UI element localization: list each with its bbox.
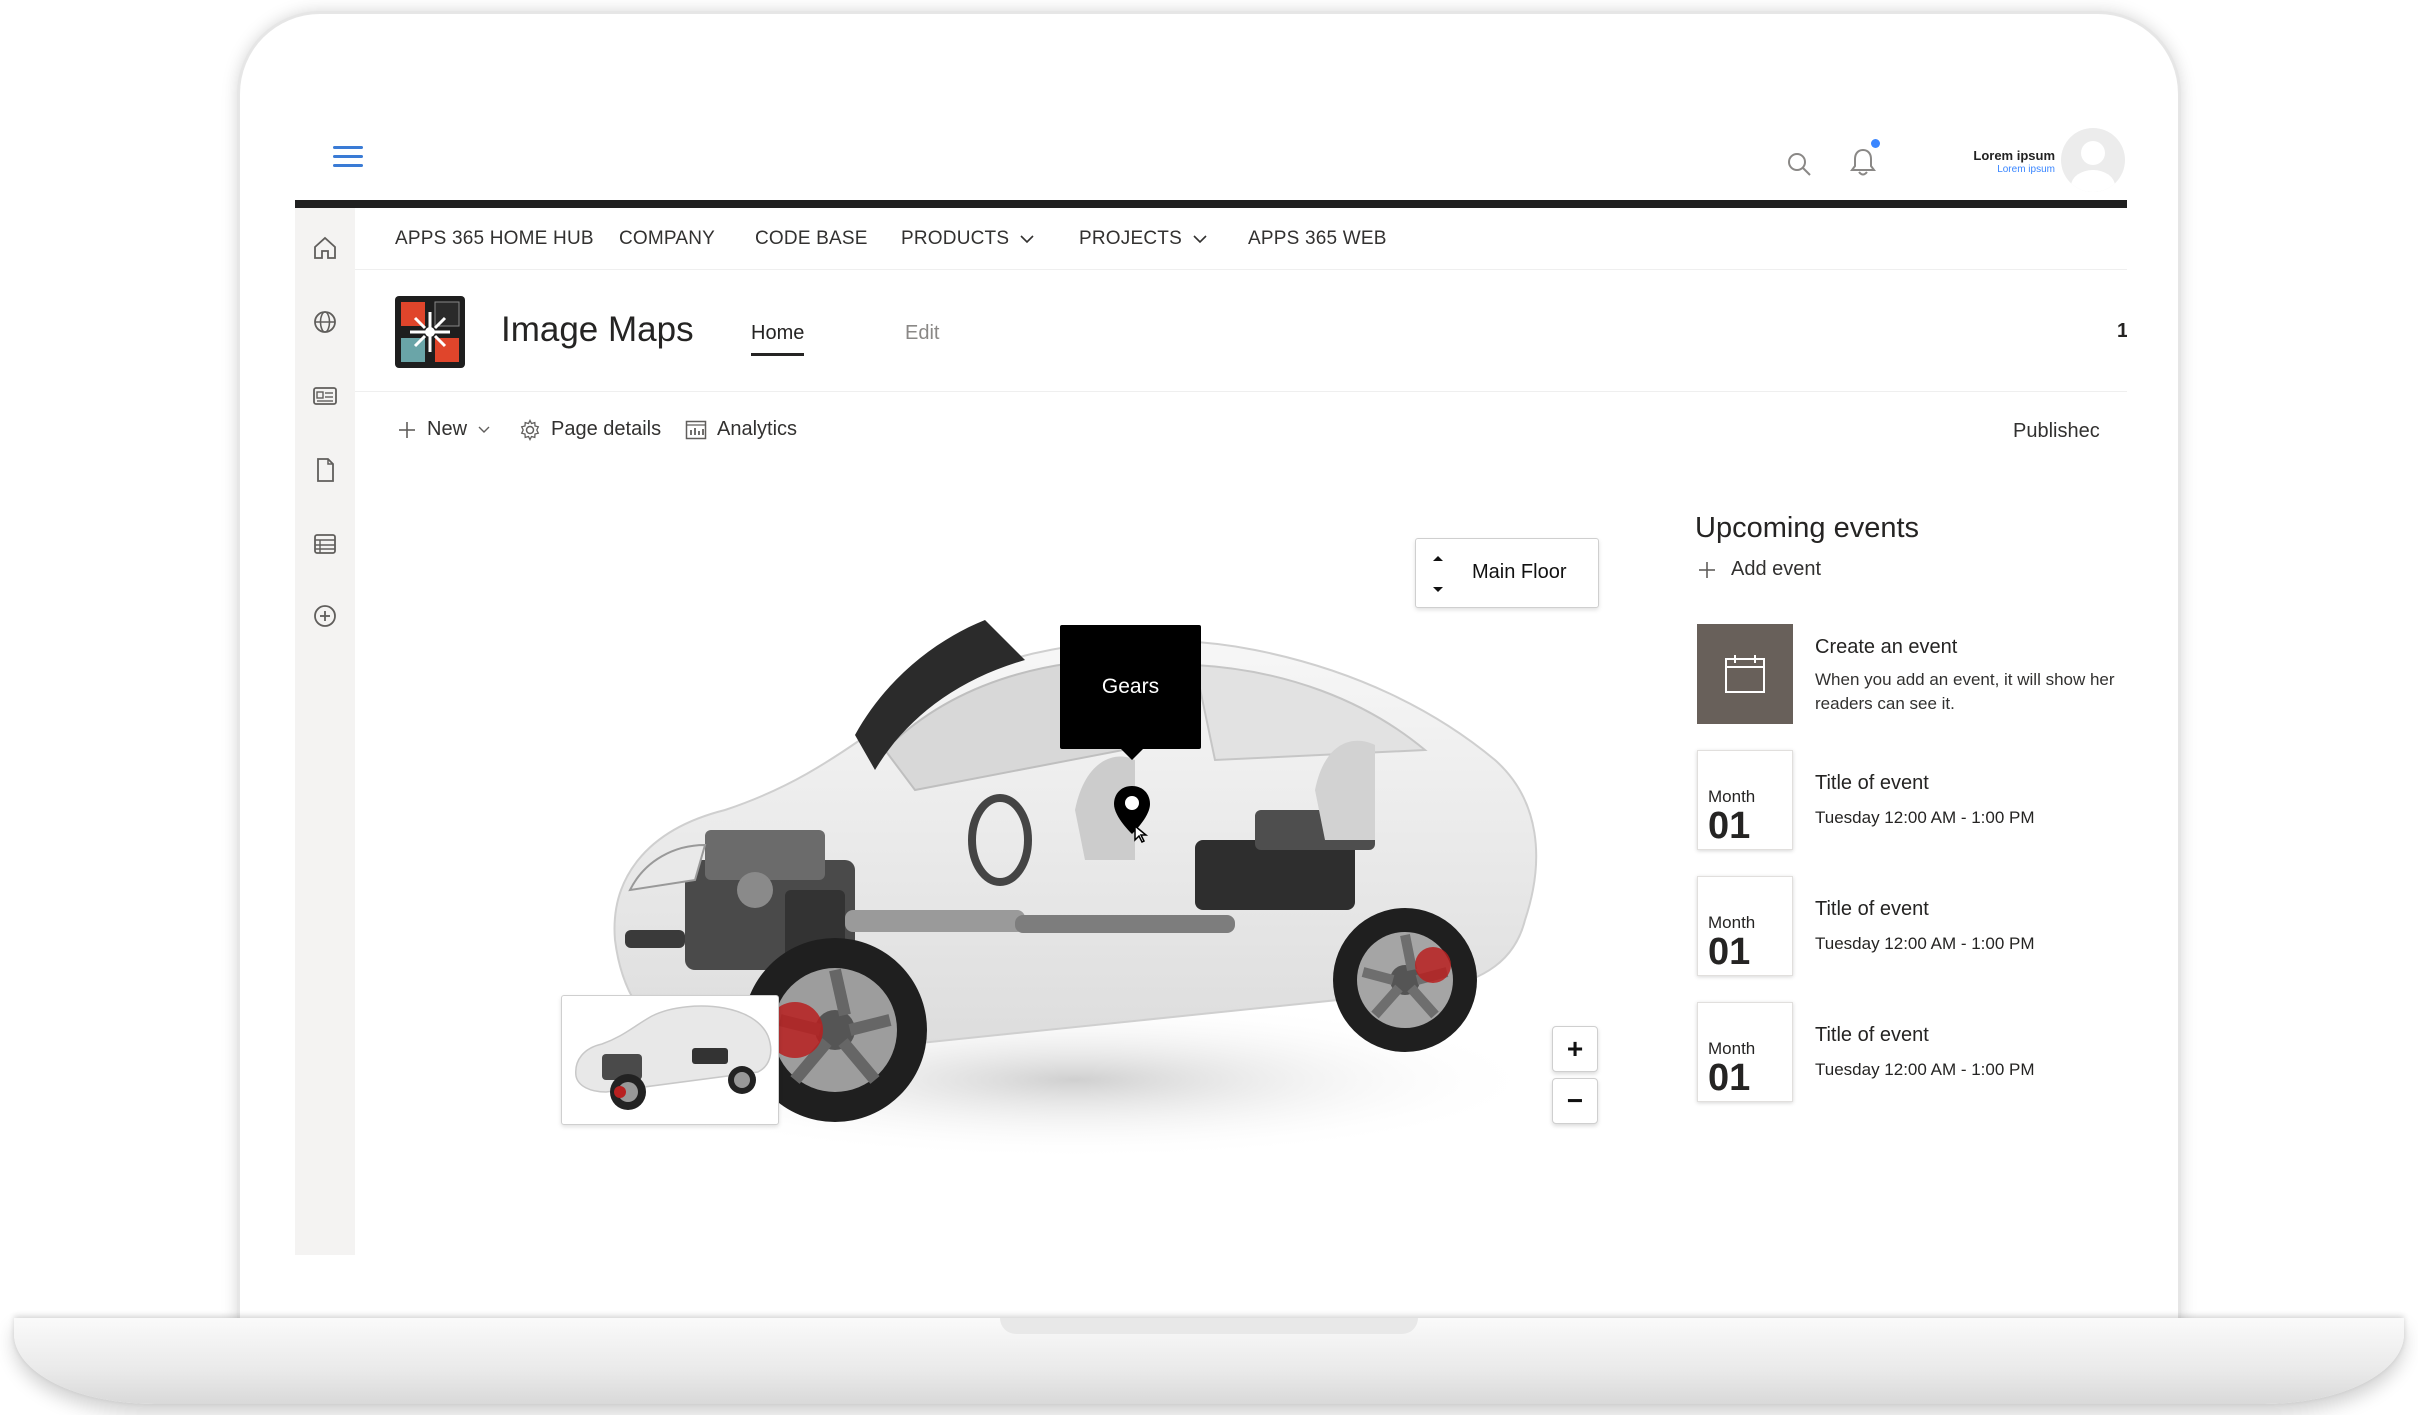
- events-webpart: Upcoming events Add event Create an even…: [1695, 500, 2127, 1102]
- hub-nav-label: COMPANY: [619, 228, 716, 249]
- site-logo[interactable]: [395, 296, 465, 368]
- event-time: Tuesday 12:00 AM - 1:00 PM: [1815, 934, 2035, 953]
- create-event-desc-line: When you add an event, it will show her: [1815, 670, 2115, 689]
- hub-nav-label: PROJECTS: [1079, 228, 1182, 249]
- floor-label: Main Floor: [1472, 561, 1567, 583]
- command-bar: New Page details Analytics Publishec: [355, 392, 2127, 472]
- event-title: Title of event: [1815, 898, 1929, 920]
- globe-icon[interactable]: [311, 308, 339, 336]
- zoom-out-button[interactable]: −: [1552, 1078, 1598, 1124]
- create-event-desc-line: readers can see it.: [1815, 694, 1955, 713]
- create-event-description: When you add an event, it will show her …: [1815, 668, 2127, 716]
- hub-navigation: APPS 365 HOME HUB COMPANY CODE BASE PROD…: [355, 208, 2127, 270]
- event-title: Title of event: [1815, 1024, 1929, 1046]
- hub-nav-company[interactable]: COMPANY: [619, 228, 715, 250]
- site-title: Image Maps: [501, 310, 694, 349]
- analytics-label: Analytics: [717, 418, 798, 440]
- suite-bar: Lorem ipsum Lorem ipsum: [295, 120, 2127, 200]
- plus-icon: [1699, 561, 1715, 578]
- zoom-in-button[interactable]: +: [1552, 1026, 1598, 1072]
- bell-icon[interactable]: [1843, 142, 1883, 182]
- site-header: Image Maps Home Edit 1: [355, 270, 2127, 392]
- hub-nav-code-base[interactable]: CODE BASE: [755, 228, 868, 250]
- event-date: Month 01: [1697, 876, 1793, 976]
- user-info[interactable]: Lorem ipsum Lorem ipsum: [1925, 148, 2055, 176]
- hamburger-icon[interactable]: [333, 146, 363, 168]
- page-details-button[interactable]: Page details: [519, 418, 661, 441]
- hub-nav-apps-web[interactable]: APPS 365 WEB: [1248, 228, 1387, 250]
- hub-nav-label: CODE BASE: [755, 228, 868, 249]
- event-item[interactable]: Month 01 Title of event Tuesday 12:00 AM…: [1697, 876, 2127, 976]
- hub-nav-label: APPS 365 HOME HUB: [395, 228, 594, 249]
- event-item[interactable]: Month 01 Title of event Tuesday 12:00 AM…: [1697, 750, 2127, 850]
- event-title: Title of event: [1815, 772, 1929, 794]
- tab-home[interactable]: Home: [751, 322, 805, 356]
- create-event-title[interactable]: Create an event: [1815, 636, 1957, 659]
- event-day: 01: [1708, 931, 1751, 973]
- analytics-icon: [685, 420, 707, 439]
- list-icon[interactable]: [311, 530, 339, 558]
- chevron-down-icon: [1020, 235, 1034, 244]
- hub-nav-label: PRODUCTS: [901, 228, 1010, 249]
- search-icon[interactable]: [1781, 146, 1817, 182]
- plus-icon: [399, 421, 415, 438]
- page-details-label: Page details: [551, 418, 662, 440]
- hub-nav-projects[interactable]: PROJECTS: [1079, 228, 1208, 250]
- chevron-down-icon: [478, 426, 490, 433]
- gear-icon: [520, 418, 540, 441]
- publish-status: Publishec: [2013, 420, 2100, 442]
- device-mockup: Lorem ipsum Lorem ipsum APPS 365 HOME HU…: [0, 0, 2418, 1415]
- floor-stepper[interactable]: [1430, 553, 1446, 595]
- event-month: Month: [1708, 913, 1756, 932]
- hotspot-tooltip: Gears: [1060, 625, 1201, 749]
- event-month: Month: [1708, 787, 1756, 806]
- minimap[interactable]: [561, 995, 779, 1125]
- suite-divider: [295, 200, 2127, 208]
- chevron-down-icon: [1193, 235, 1207, 244]
- hub-nav-home-hub[interactable]: APPS 365 HOME HUB: [395, 228, 594, 250]
- add-event-label: Add event: [1731, 558, 1822, 580]
- event-date: Month 01: [1697, 1002, 1793, 1102]
- events-title: Upcoming events: [1695, 512, 1920, 544]
- event-day: 01: [1708, 805, 1751, 847]
- header-truncated-text: 1: [2117, 320, 2127, 342]
- user-name: Lorem ipsum: [1973, 148, 2055, 163]
- avatar[interactable]: [2061, 128, 2125, 192]
- floor-selector[interactable]: Main Floor: [1415, 538, 1599, 608]
- tooltip-label: Gears: [1101, 675, 1160, 698]
- notification-dot: [1871, 139, 1880, 148]
- add-event-button[interactable]: Add event: [1697, 558, 1821, 581]
- app-bar: [295, 208, 355, 1255]
- new-label: New: [427, 418, 468, 440]
- news-icon[interactable]: [311, 382, 339, 410]
- event-item[interactable]: Month 01 Title of event Tuesday 12:00 AM…: [1697, 1002, 2127, 1102]
- event-time: Tuesday 12:00 AM - 1:00 PM: [1815, 1060, 2035, 1079]
- event-day: 01: [1708, 1057, 1751, 1099]
- tab-edit[interactable]: Edit: [905, 322, 939, 345]
- home-icon[interactable]: [311, 234, 339, 262]
- user-subtitle: Lorem ipsum: [1997, 164, 2055, 175]
- document-icon[interactable]: [311, 456, 339, 484]
- laptop-notch: [1000, 1318, 1418, 1334]
- event-date: Month 01: [1697, 750, 1793, 850]
- map-pin-icon[interactable]: [1111, 784, 1153, 844]
- event-time: Tuesday 12:00 AM - 1:00 PM: [1815, 808, 2035, 827]
- event-month: Month: [1708, 1039, 1756, 1058]
- hub-nav-label: APPS 365 WEB: [1248, 228, 1387, 249]
- add-circle-icon[interactable]: [311, 602, 339, 630]
- analytics-button[interactable]: Analytics: [685, 418, 797, 441]
- calendar-icon[interactable]: [1697, 624, 1793, 724]
- tooltip-tail: [1120, 748, 1144, 760]
- hub-nav-products[interactable]: PRODUCTS: [901, 228, 1035, 250]
- sharepoint-page: Lorem ipsum Lorem ipsum APPS 365 HOME HU…: [295, 120, 2127, 1255]
- new-button[interactable]: New: [397, 418, 491, 441]
